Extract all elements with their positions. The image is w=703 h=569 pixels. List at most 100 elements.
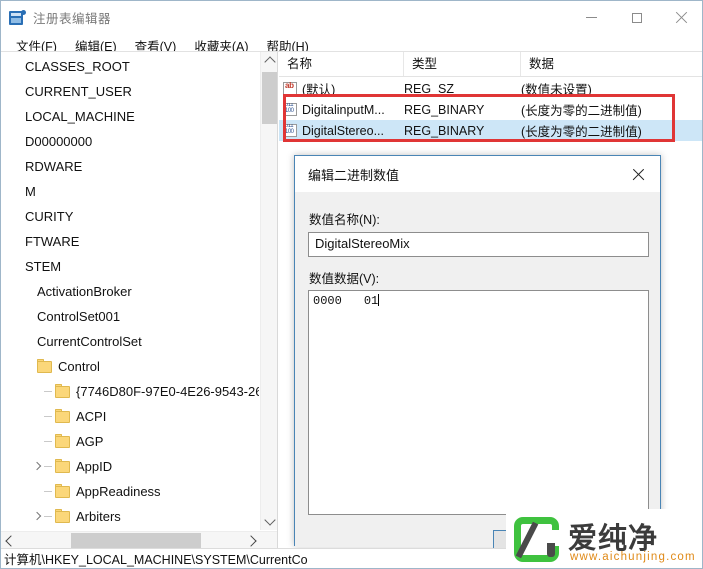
tree-item-label: CURRENT_USER: [25, 84, 132, 99]
value-name-text: (默认): [302, 83, 336, 97]
tree-connector: [14, 54, 25, 79]
tree-connector: [14, 79, 25, 104]
tree-item-label: CLASSES_ROOT: [25, 59, 130, 74]
minimize-button[interactable]: [569, 1, 614, 34]
table-row[interactable]: DigitalStereo... REG_BINARY (长度为零的二进制值): [279, 120, 702, 141]
value-data-cell: (长度为零的二进制值): [521, 125, 642, 139]
value-type-cell: REG_SZ: [404, 81, 455, 96]
registry-tree: CLASSES_ROOT CURRENT_USER LOCAL_MACHINE D00…: [1, 54, 259, 549]
tree-item[interactable]: Control: [1, 354, 259, 379]
tree-connector: [44, 429, 55, 454]
tree-item-label: Arbiters: [76, 509, 121, 524]
tree-item[interactable]: LOCAL_MACHINE: [1, 104, 259, 129]
tree-item-label: D00000000: [25, 134, 93, 149]
folder-icon: [55, 409, 70, 423]
column-header-type[interactable]: 类型: [404, 52, 521, 76]
hex-offset: 0000: [313, 294, 342, 308]
registry-editor-icon: [9, 9, 26, 26]
watermark: 爱纯净 www.aichunjing.com: [506, 509, 702, 568]
dialog-title: 编辑二进制数值: [308, 167, 400, 183]
tree-item-label: Control: [58, 359, 100, 374]
scroll-thumb-horizontal[interactable]: [71, 533, 201, 548]
tree-item[interactable]: ControlSet001: [1, 304, 259, 329]
string-value-icon: [283, 81, 297, 95]
chevron-right-icon[interactable]: [31, 504, 44, 529]
tree-item[interactable]: FTWARE: [1, 229, 259, 254]
folder-icon: [37, 359, 52, 373]
tree-item[interactable]: AppID: [1, 454, 259, 479]
tree-item[interactable]: ACPI: [1, 404, 259, 429]
value-name-cell: (默认): [279, 79, 404, 98]
scroll-down-button[interactable]: [261, 513, 277, 530]
tree-item[interactable]: CLASSES_ROOT: [1, 54, 259, 79]
tree-item-label: CurrentControlSet: [37, 334, 142, 349]
tree-item-label: STEM: [25, 259, 62, 274]
close-button[interactable]: [659, 1, 702, 34]
tree-item[interactable]: CurrentControlSet: [1, 329, 259, 354]
tree-item[interactable]: AGP: [1, 429, 259, 454]
watermark-url: www.aichunjing.com: [570, 551, 696, 563]
tree-item-label: ControlSet001: [37, 309, 121, 324]
value-name-label: 数值名称(N):: [309, 213, 380, 227]
tree-connector: [14, 204, 25, 229]
tree-horizontal-scrollbar[interactable]: [1, 531, 277, 549]
value-type-cell: REG_BINARY: [404, 102, 485, 117]
tree-item-label: RDWARE: [25, 159, 83, 174]
tree-connector: [14, 104, 25, 129]
tree-connector: [14, 254, 25, 279]
tree-connector: [44, 479, 55, 504]
tree-vertical-scrollbar[interactable]: [260, 52, 277, 530]
maximize-button[interactable]: [614, 1, 659, 34]
tree-item[interactable]: RDWARE: [1, 154, 259, 179]
tree-item[interactable]: CURRENT_USER: [1, 79, 259, 104]
aichunjing-logo-icon: [514, 517, 561, 562]
tree-item[interactable]: Arbiters: [1, 504, 259, 529]
value-name-cell: DigitalStereo...: [279, 124, 404, 138]
scroll-right-button[interactable]: [244, 532, 261, 549]
folder-icon: [55, 434, 70, 448]
tree-item[interactable]: M: [1, 179, 259, 204]
value-name-cell: DigitalinputM...: [279, 103, 404, 117]
table-row[interactable]: DigitalinputM... REG_BINARY (长度为零的二进制值): [279, 99, 702, 120]
folder-icon: [55, 484, 70, 498]
title-bar: 注册表编辑器: [1, 1, 702, 34]
dialog-title-bar: 编辑二进制数值: [295, 156, 660, 192]
table-row[interactable]: (默认) REG_SZ (数值未设置): [279, 78, 702, 99]
scroll-up-button[interactable]: [261, 52, 277, 69]
scroll-left-button[interactable]: [1, 532, 18, 549]
tree-item[interactable]: STEM: [1, 254, 259, 279]
tree-connector: [26, 304, 37, 329]
chevron-right-icon[interactable]: [31, 454, 44, 479]
status-path: 计算机\HKEY_LOCAL_MACHINE\SYSTEM\CurrentCo: [4, 553, 308, 567]
scroll-thumb-vertical[interactable]: [262, 72, 277, 124]
column-header-data[interactable]: 数据: [521, 52, 702, 76]
tree-item-label: AppID: [76, 459, 113, 474]
folder-icon: [55, 509, 70, 523]
tree-item-label: {7746D80F-97E0-4E26-9543-26B41FC: [76, 384, 259, 399]
dialog-close-icon[interactable]: [616, 156, 660, 192]
tree-item-label: AGP: [76, 434, 104, 449]
binary-value-icon: [283, 124, 297, 137]
tree-item[interactable]: CURITY: [1, 204, 259, 229]
tree-item-label: LOCAL_MACHINE: [25, 109, 135, 124]
tree-connector: [14, 229, 25, 254]
tree-item[interactable]: ActivationBroker: [1, 279, 259, 304]
value-data-hex-editor[interactable]: 0000 01: [308, 290, 649, 515]
column-header-name[interactable]: 名称: [279, 52, 404, 76]
tree-item[interactable]: AppReadiness: [1, 479, 259, 504]
value-name-input[interactable]: DigitalStereoMix: [308, 232, 649, 257]
tree-item[interactable]: D00000000: [1, 129, 259, 154]
tree-item[interactable]: {7746D80F-97E0-4E26-9543-26B41FC: [1, 379, 259, 404]
